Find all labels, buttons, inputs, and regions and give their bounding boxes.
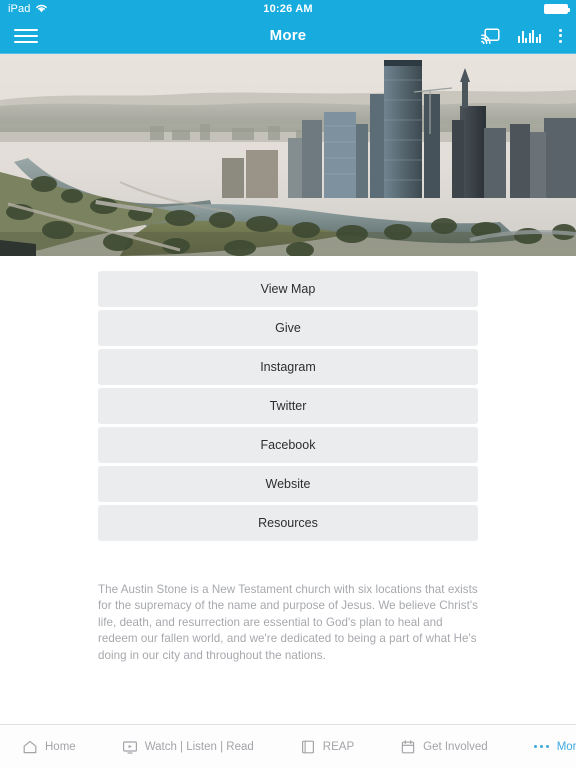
calendar-icon (400, 739, 416, 755)
overflow-menu-icon[interactable] (559, 28, 562, 43)
link-button-website[interactable]: Website (98, 466, 478, 502)
status-right (544, 4, 570, 14)
link-button-twitter[interactable]: Twitter (98, 388, 478, 424)
status-bar: iPad 10:26 AM (0, 0, 576, 18)
home-icon (22, 739, 38, 755)
bottom-tab-bar: Home Watch | Listen | Read REAP Get Invo… (0, 724, 576, 768)
nav-actions (481, 27, 562, 44)
tab-watch-listen-read-label: Watch | Listen | Read (144, 740, 254, 753)
status-left: iPad (8, 3, 48, 16)
link-button-view-map[interactable]: View Map (98, 271, 478, 307)
hero-illustration (0, 54, 576, 256)
app-root: iPad 10:26 AM More View Map Give Instagr… (0, 0, 576, 768)
about-description: The Austin Stone is a New Testament chur… (98, 583, 478, 662)
tab-watch-listen-read[interactable]: Watch | Listen | Read (122, 739, 254, 755)
main-content: View Map Give Instagram Twitter Facebook… (0, 256, 576, 724)
tab-reap-label: REAP (322, 740, 355, 753)
battery-icon (544, 4, 570, 14)
hero-image (0, 54, 576, 256)
equalizer-icon[interactable] (518, 29, 541, 43)
book-icon (300, 739, 316, 755)
link-button-instagram[interactable]: Instagram (98, 349, 478, 385)
tab-home-label: Home (45, 740, 76, 753)
link-button-facebook[interactable]: Facebook (98, 427, 478, 463)
tab-get-involved[interactable]: Get Involved (400, 739, 488, 755)
status-device-label: iPad (8, 3, 31, 15)
nav-bar: More (0, 18, 576, 54)
status-time: 10:26 AM (263, 3, 313, 15)
link-button-list: View Map Give Instagram Twitter Facebook… (98, 256, 478, 541)
chromecast-icon[interactable] (481, 27, 500, 44)
wifi-icon (35, 3, 48, 16)
monitor-play-icon (122, 739, 138, 755)
link-button-give[interactable]: Give (98, 310, 478, 346)
hamburger-menu-icon[interactable] (14, 25, 40, 47)
tab-more-label: More (556, 740, 576, 753)
tab-reap[interactable]: REAP (300, 739, 354, 755)
tab-home[interactable]: Home (22, 739, 76, 755)
link-button-resources[interactable]: Resources (98, 505, 478, 541)
tab-get-involved-label: Get Involved (423, 740, 488, 753)
ellipsis-icon (533, 739, 550, 755)
tab-more[interactable]: More (533, 739, 576, 755)
